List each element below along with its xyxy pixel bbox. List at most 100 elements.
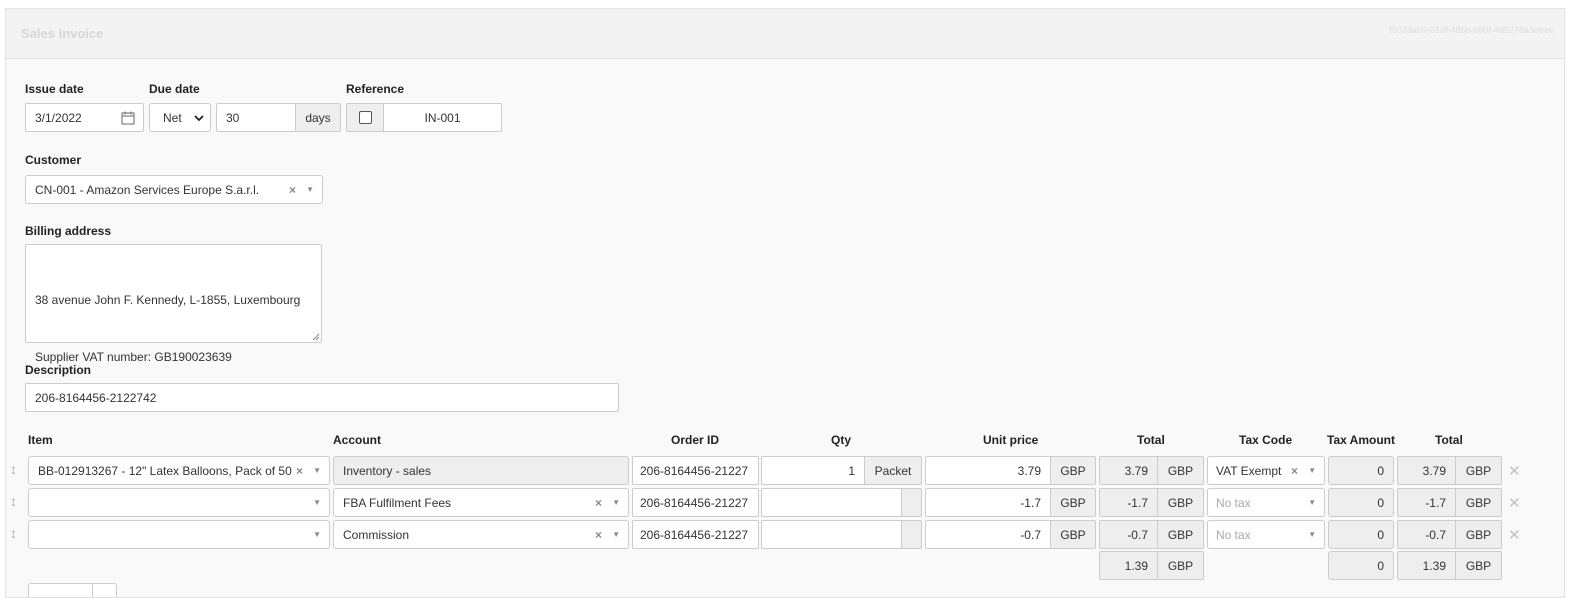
calendar-icon[interactable]	[121, 111, 135, 125]
line-total-value: -1.7	[1127, 495, 1148, 510]
currency-addon: GBP	[1455, 456, 1502, 485]
tax-amount-readonly: 0	[1328, 456, 1394, 485]
reference-checkbox-addon	[346, 103, 384, 132]
remove-row-icon[interactable]: ✕	[1508, 462, 1521, 480]
reference-input[interactable]: IN-001	[383, 103, 502, 132]
chevron-down-icon	[194, 115, 204, 122]
clear-icon[interactable]: ×	[595, 496, 602, 510]
customer-select[interactable]: CN-001 - Amazon Services Europe S.a.r.l.…	[25, 175, 323, 204]
due-date-type-select[interactable]: Net	[149, 103, 211, 132]
line-total-incl-value: -0.7	[1425, 527, 1446, 542]
due-date-type-value: Net	[163, 110, 182, 125]
drag-handle-icon[interactable]: ↕	[10, 525, 17, 541]
unit-price-input[interactable]: -0.7	[925, 520, 1051, 549]
issue-date-input[interactable]: 3/1/2022	[25, 103, 144, 132]
currency-addon: GBP	[1455, 551, 1502, 580]
drag-handle-icon[interactable]: ↕	[10, 461, 17, 477]
line-total-incl-readonly: 3.79	[1397, 456, 1456, 485]
caret-down-icon: ▼	[306, 185, 314, 194]
currency: GBP	[1465, 558, 1492, 573]
item-value: BB-012913267 - 12" Latex Balloons, Pack …	[38, 463, 292, 478]
order-id-value: 206-8164456-21227	[640, 495, 749, 510]
header-total: Total	[1137, 433, 1165, 447]
qty-value: 1	[848, 463, 855, 478]
tax-code-placeholder: No tax	[1216, 495, 1251, 510]
currency-addon: GBP	[1050, 520, 1096, 549]
grand-total-incl-value: 1.39	[1422, 558, 1446, 573]
unit-price-input[interactable]: 3.79	[925, 456, 1051, 485]
currency-addon: GBP	[1455, 520, 1502, 549]
currency: GBP	[1060, 527, 1086, 542]
due-date-unit: days	[305, 110, 331, 125]
order-id-value: 206-8164456-21227	[640, 527, 749, 542]
line-total-incl-readonly: -1.7	[1397, 488, 1456, 517]
add-lines-input[interactable]	[28, 583, 93, 597]
item-select[interactable]: ▼	[28, 488, 330, 517]
order-id-input[interactable]: 206-8164456-21227	[632, 520, 759, 549]
account-select[interactable]: FBA Fulfilment Fees × ▼	[333, 488, 629, 517]
tax-amount-value: 0	[1377, 495, 1384, 510]
header-total-incl-tax: Total	[1435, 433, 1463, 447]
billing-address-textarea[interactable]: 38 avenue John F. Kennedy, L-1855, Luxem…	[25, 244, 322, 364]
item-select[interactable]: BB-012913267 - 12" Latex Balloons, Pack …	[28, 456, 330, 485]
grand-total-value: 1.39	[1124, 558, 1148, 573]
qty-unit-addon: Packet	[864, 456, 922, 485]
qty-input[interactable]: 1	[761, 456, 865, 485]
description-value: 206-8164456-2122742	[35, 390, 157, 405]
line-total-readonly: -1.7	[1099, 488, 1158, 517]
reference-value: IN-001	[424, 110, 461, 125]
caret-down-icon: ▼	[313, 466, 321, 475]
billing-address-line1: 38 avenue John F. Kennedy, L-1855, Luxem…	[35, 293, 301, 307]
resize-handle-icon[interactable]	[312, 333, 320, 341]
tax-amount-value: 0	[1377, 463, 1384, 478]
header-tax-code: Tax Code	[1239, 433, 1293, 447]
add-lines-button[interactable]	[92, 583, 117, 597]
currency: GBP	[1167, 558, 1194, 573]
remove-row-icon[interactable]: ✕	[1508, 526, 1521, 544]
clear-icon[interactable]: ×	[289, 183, 296, 197]
clear-icon[interactable]: ×	[1291, 464, 1298, 478]
tax-amount-readonly: 0	[1328, 488, 1394, 517]
line-total-incl-value: -1.7	[1425, 495, 1446, 510]
tax-amount-total-value: 0	[1377, 558, 1384, 573]
currency: GBP	[1465, 527, 1492, 542]
order-id-value: 206-8164456-21227	[640, 463, 749, 478]
currency-addon: GBP	[1050, 456, 1096, 485]
due-date-unit-addon: days	[295, 103, 341, 132]
tax-code-select[interactable]: No tax ▼	[1207, 520, 1325, 549]
clear-icon[interactable]: ×	[296, 464, 303, 478]
unit-price-input[interactable]: -1.7	[925, 488, 1051, 517]
description-label: Description	[25, 363, 92, 377]
reference-checkbox[interactable]	[358, 111, 372, 124]
grand-total-readonly: 1.39	[1099, 551, 1158, 580]
tax-code-select[interactable]: VAT Exempt × ▼	[1207, 456, 1325, 485]
qty-input[interactable]	[761, 488, 902, 517]
clear-icon[interactable]: ×	[595, 528, 602, 542]
qty-unit-addon	[901, 520, 922, 549]
line-total-value: 3.79	[1124, 463, 1148, 478]
item-select[interactable]: ▼	[28, 520, 330, 549]
account-select[interactable]: Commission × ▼	[333, 520, 629, 549]
currency-addon: GBP	[1455, 488, 1502, 517]
order-id-input[interactable]: 206-8164456-21227	[632, 488, 759, 517]
currency: GBP	[1465, 463, 1492, 478]
currency-addon: GBP	[1157, 520, 1204, 549]
description-input[interactable]: 206-8164456-2122742	[25, 383, 619, 412]
caret-down-icon: ▼	[1308, 498, 1316, 507]
due-date-days-input[interactable]: 30	[216, 103, 296, 132]
line-total-readonly: -0.7	[1099, 520, 1158, 549]
line-total-readonly: 3.79	[1099, 456, 1158, 485]
tax-code-select[interactable]: No tax ▼	[1207, 488, 1325, 517]
header-order-id: Order ID	[671, 433, 720, 447]
caret-down-icon: ▼	[1308, 530, 1316, 539]
drag-handle-icon[interactable]: ↕	[10, 493, 17, 509]
currency: GBP	[1167, 463, 1194, 478]
order-id-input[interactable]: 206-8164456-21227	[632, 456, 759, 485]
caret-down-icon: ▼	[612, 498, 620, 507]
tax-amount-total-readonly: 0	[1328, 551, 1394, 580]
currency-addon: GBP	[1157, 488, 1204, 517]
remove-row-icon[interactable]: ✕	[1508, 494, 1521, 512]
caret-down-icon: ▼	[612, 530, 620, 539]
qty-input[interactable]	[761, 520, 902, 549]
currency: GBP	[1167, 495, 1194, 510]
